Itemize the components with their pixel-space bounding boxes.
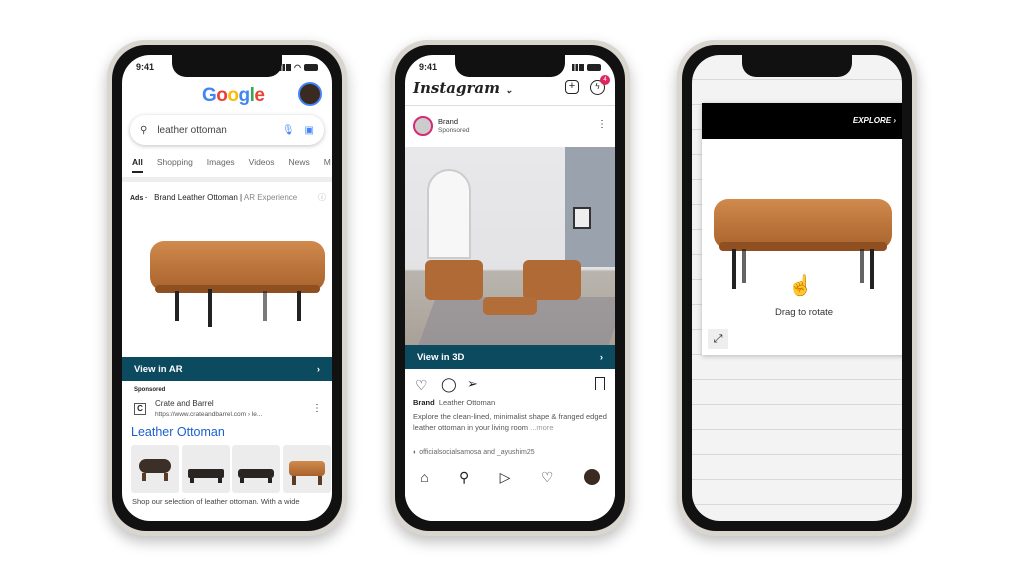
more-options-icon[interactable]: ⋮ (312, 403, 322, 414)
thumbnail-1[interactable] (131, 445, 179, 493)
fullscreen-expand-icon[interactable]: ⤢ (708, 329, 728, 349)
sponsored-label: Sponsored (438, 127, 470, 134)
notch (455, 55, 565, 77)
reels-icon[interactable]: ▷ (500, 469, 511, 521)
search-input[interactable]: ⚲ leather ottoman 🎙 ▣ (130, 115, 324, 145)
search-icon: ⚲ (140, 124, 148, 136)
product-thumbnails (131, 445, 332, 493)
ad-title[interactable]: Brand Leather Ottoman (154, 193, 238, 202)
view-in-3d-button[interactable]: View in 3D › (405, 345, 615, 369)
view-in-ar-button[interactable]: View in AR › (122, 357, 332, 381)
chevron-right-icon: › (599, 351, 603, 363)
search-tabs: All Shopping Images Videos News M (132, 157, 331, 173)
more-options-icon[interactable]: ⋮ (597, 119, 607, 130)
comment-preview[interactable]: ◐ officialsocialsamosa and _ayushim25 (413, 448, 535, 458)
explore-link[interactable]: EXPLORE › (702, 103, 902, 139)
status-time: 9:41 (419, 62, 438, 72)
info-icon[interactable]: ⓘ (318, 192, 326, 203)
ar-screen: EXPLORE › ☝ Drag to rotate ⤢ (692, 55, 902, 521)
advertiser-name: Crate and Barrel (155, 399, 214, 408)
phone-google: 9:41 ◠ Google ⚲ leather ottoman 🎙 ▣ All S… (107, 40, 347, 536)
tab-videos[interactable]: Videos (249, 157, 275, 173)
phone-instagram: 9:41 Instagram ⌄ + ϟ 4 Brand Sponsored ⋮… (390, 40, 630, 536)
drag-hint: Drag to rotate (774, 307, 834, 318)
tab-more[interactable]: M (324, 157, 331, 173)
thumbnail-2[interactable] (182, 445, 230, 493)
comment-icon[interactable]: ◯ (441, 376, 457, 393)
avatar[interactable] (298, 82, 322, 106)
ottoman-image[interactable] (150, 241, 325, 327)
advertiser-url[interactable]: https://www.crateandbarrel.com › le... (155, 411, 262, 418)
bottom-nav: ⌂ ⚲ ▷ ♡ (405, 461, 615, 521)
ad-header: Ads · Brand Leather Ottoman | AR Experie… (130, 193, 298, 202)
like-icon[interactable]: ♡ (415, 377, 428, 394)
caption-text: Explore the clean-lined, minimalist shap… (413, 412, 607, 432)
new-post-icon[interactable]: + (565, 80, 579, 94)
thumbnail-3[interactable] (232, 445, 280, 493)
share-icon[interactable]: ➢ (467, 376, 478, 392)
ad-subtitle: AR Experience (243, 193, 298, 202)
google-screen: 9:41 ◠ Google ⚲ leather ottoman 🎙 ▣ All S… (122, 55, 332, 521)
ads-label: Ads · (130, 195, 148, 202)
caption-heading: Brand Leather Ottoman (413, 398, 496, 407)
microphone-icon[interactable]: 🎙 (282, 125, 295, 136)
drag-hand-icon: ☝ (788, 275, 813, 297)
account-name[interactable]: Brand (438, 117, 458, 126)
instagram-logo[interactable]: Instagram ⌄ (413, 79, 513, 97)
3d-viewer-card[interactable]: EXPLORE › ☝ Drag to rotate ⤢ (702, 103, 902, 355)
notch (742, 55, 852, 77)
instagram-screen: 9:41 Instagram ⌄ + ϟ 4 Brand Sponsored ⋮… (405, 55, 615, 521)
chevron-right-icon: › (316, 363, 320, 375)
profile-avatar[interactable] (583, 469, 600, 485)
status-icons: ◠ (279, 62, 318, 72)
result-title-link[interactable]: Leather Ottoman (131, 425, 225, 439)
chevron-right-icon: › (893, 116, 896, 125)
status-time: 9:41 (136, 62, 155, 72)
advertiser-favicon: C (134, 403, 146, 415)
tab-images[interactable]: Images (207, 157, 235, 173)
more-link[interactable]: ...more (530, 423, 553, 432)
thumbnail-4[interactable] (283, 445, 331, 493)
google-logo: Google (202, 85, 265, 106)
tab-news[interactable]: News (289, 157, 310, 173)
search-icon[interactable]: ⚲ (459, 469, 469, 521)
brand-avatar[interactable] (413, 116, 433, 136)
home-icon[interactable]: ⌂ (420, 469, 428, 521)
result-snippet: Shop our selection of leather ottoman. W… (132, 497, 300, 506)
notch (172, 55, 282, 77)
notification-badge: 4 (600, 75, 610, 85)
phone-ar-viewer: EXPLORE › ☝ Drag to rotate ⤢ (677, 40, 917, 536)
camera-lens-icon[interactable]: ▣ (305, 125, 314, 136)
tab-all[interactable]: All (132, 157, 143, 173)
tab-shopping[interactable]: Shopping (157, 157, 193, 173)
post-image[interactable] (405, 147, 615, 369)
sponsored-label: Sponsored (134, 387, 166, 393)
bookmark-icon[interactable] (595, 377, 605, 390)
activity-heart-icon[interactable]: ♡ (541, 469, 554, 521)
